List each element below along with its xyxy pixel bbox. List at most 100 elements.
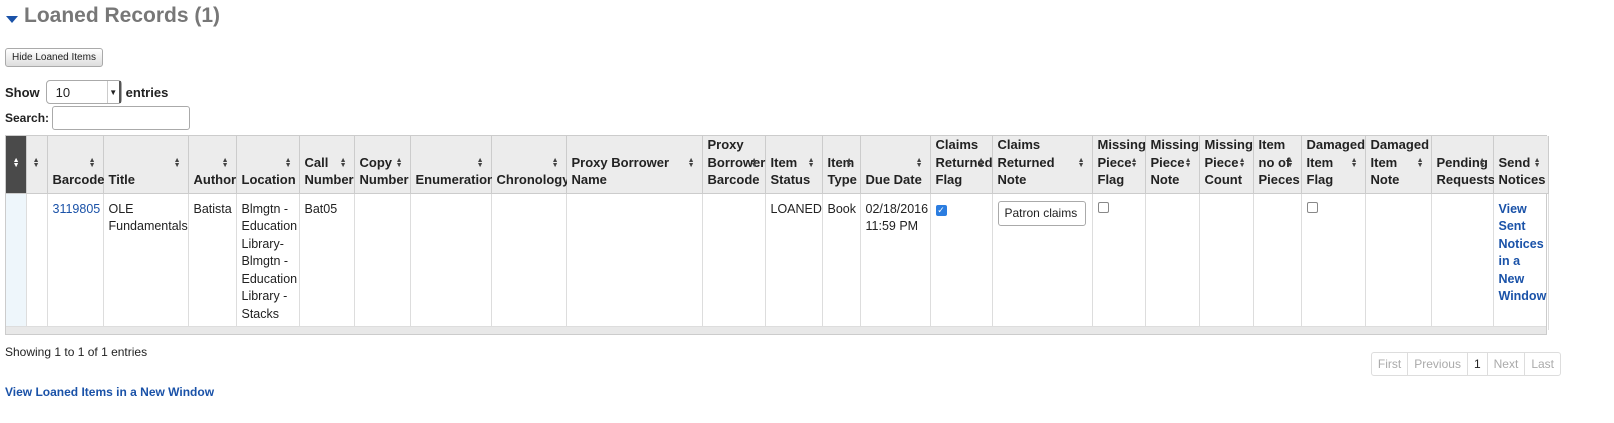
- header-label: Missing Piece Note: [1150, 137, 1199, 187]
- cell-enumeration: [410, 193, 492, 330]
- column-header-item-pieces[interactable]: Item no of Pieces ▲ ▼: [1253, 136, 1302, 194]
- column-header-damaged-item-note[interactable]: Damaged Item Note ▲ ▼: [1365, 136, 1432, 194]
- show-label: Show: [5, 84, 40, 100]
- cell-proxy-barcode: [702, 193, 766, 330]
- cell-select[interactable]: [6, 193, 27, 330]
- pager-next-button[interactable]: Next: [1488, 353, 1526, 375]
- header-label: Proxy Borrower Name: [571, 154, 670, 188]
- column-header-call-number[interactable]: Call Number ▲ ▼: [299, 136, 355, 194]
- column-header-missing-piece-count[interactable]: Missing Piece Count ▲ ▼: [1199, 136, 1254, 194]
- pager-last-button[interactable]: Last: [1525, 353, 1560, 375]
- column-header-claims-returned-flag[interactable]: Claims Returned Flag ▲ ▼: [930, 136, 993, 194]
- sort-icon: ▲ ▼: [1350, 157, 1358, 169]
- sort-icon: ▲ ▼: [1478, 157, 1486, 169]
- column-header-missing-piece-note[interactable]: Missing Piece Note ▲ ▼: [1145, 136, 1200, 194]
- pagination: First Previous 1 Next Last: [1370, 352, 1561, 376]
- column-header-proxy-name[interactable]: Proxy Borrower Name ▲ ▼: [566, 136, 703, 194]
- view-loaned-items-link[interactable]: View Loaned Items in a New Window: [5, 385, 214, 399]
- pager-previous-button[interactable]: Previous: [1408, 353, 1468, 375]
- header-label: Claims Returned Note: [997, 137, 1055, 187]
- search-label: Search:: [5, 111, 50, 125]
- collapse-triangle-icon[interactable]: [6, 15, 18, 23]
- header-label: Item no of Pieces: [1258, 137, 1300, 187]
- cell-location: Blmgtn - Education Library- Blmgtn - Edu…: [236, 193, 300, 330]
- sort-icon: ▲ ▼: [1184, 157, 1192, 169]
- column-header-enumeration[interactable]: Enumeration ▲ ▼: [410, 136, 495, 194]
- claims-returned-note-input[interactable]: Patron claims: [997, 200, 1086, 226]
- cell-send-notices: View Sent Notices in a New Window: [1493, 193, 1549, 330]
- column-header-blank[interactable]: ▲ ▼: [26, 136, 48, 194]
- cell-pending-requests: [1431, 193, 1494, 330]
- header-label: Due Date: [865, 172, 922, 187]
- sort-icon: ▲ ▼: [687, 157, 695, 169]
- header-label: Title: [108, 172, 136, 187]
- cell-item-pieces: [1253, 193, 1302, 330]
- missing-piece-checkbox[interactable]: [1097, 201, 1109, 213]
- column-header-title[interactable]: Title ▲ ▼: [103, 136, 189, 194]
- entries-select[interactable]: 10 ▼: [45, 80, 122, 104]
- sort-icon: ▲ ▼: [88, 157, 96, 169]
- section-title: Loaned Records (1): [24, 4, 221, 27]
- view-sent-notices-link[interactable]: View Sent Notices in a New Window: [1499, 202, 1547, 304]
- sort-icon: ▲ ▼: [173, 157, 181, 169]
- cell-due-date: 02/18/2016 11:59 PM: [860, 193, 931, 330]
- cell-proxy-name: [566, 193, 703, 330]
- sort-icon: ▲ ▼: [1238, 157, 1246, 169]
- header-label: Barcode: [52, 172, 105, 187]
- cell-barcode: 3119805: [47, 193, 104, 330]
- header-label: Pending Requests: [1436, 154, 1496, 188]
- cell-title: OLE Fundamentals: [103, 193, 189, 330]
- length-control: Show 10 ▼ entries: [5, 80, 168, 104]
- column-header-pending-requests[interactable]: Pending Requests ▲ ▼: [1431, 136, 1496, 194]
- cell-claims-returned-flag: ✓: [930, 193, 993, 330]
- sort-icon: ▲ ▼: [845, 157, 853, 169]
- header-label: Location: [241, 172, 296, 187]
- column-header-due-date[interactable]: Due Date ▲ ▼: [860, 136, 931, 194]
- barcode-link[interactable]: 3119805: [53, 202, 101, 216]
- header-row: ▲ ▼ ▲ ▼ Barcode ▲ ▼ Title ▲ ▼ Author ▲ ▼ Locatio…: [6, 136, 1549, 194]
- sort-icon: ▲ ▼: [339, 157, 347, 169]
- column-header-copy-number[interactable]: Copy Number ▲ ▼: [354, 136, 411, 194]
- header-label: Item Status: [770, 154, 811, 188]
- column-header-missing-piece-flag[interactable]: Missing Piece Flag ▲ ▼: [1092, 136, 1146, 194]
- search-control: Search:: [5, 106, 191, 130]
- view-loaned-items-link-wrap: View Loaned Items in a New Window: [5, 385, 214, 399]
- header-label: Chronology: [496, 172, 570, 187]
- cell-claims-returned-note: Patron claims: [992, 193, 1093, 330]
- table-info: Showing 1 to 1 of 1 entries: [5, 345, 148, 359]
- pager-first-button[interactable]: First: [1372, 353, 1409, 375]
- column-header-send-notices[interactable]: Send Notices ▲ ▼: [1493, 136, 1549, 194]
- sort-icon: ▲ ▼: [12, 157, 20, 169]
- section-header[interactable]: Loaned Records (1): [6, 4, 220, 28]
- column-header-select[interactable]: ▲ ▼: [6, 136, 27, 194]
- header-label: Author: [193, 172, 237, 187]
- column-header-location[interactable]: Location ▲ ▼: [236, 136, 300, 194]
- column-header-item-type[interactable]: Item Type ▲ ▼: [822, 136, 861, 194]
- sort-icon: ▲ ▼: [750, 157, 758, 169]
- column-header-claims-returned-note[interactable]: Claims Returned Note ▲ ▼: [992, 136, 1093, 194]
- header-label: Missing Piece Count: [1204, 137, 1253, 187]
- sort-icon: ▲ ▼: [1077, 157, 1085, 169]
- sort-icon: ▲ ▼: [977, 157, 985, 169]
- cell-item-type: Book: [822, 193, 861, 330]
- column-header-damaged-item-flag[interactable]: Damaged Item Flag ▲ ▼: [1301, 136, 1366, 194]
- search-input[interactable]: [52, 106, 191, 130]
- sort-icon: ▲ ▼: [284, 157, 292, 169]
- hide-loaned-items-button[interactable]: Hide Loaned Items: [5, 48, 103, 67]
- column-header-barcode[interactable]: Barcode ▲ ▼: [47, 136, 105, 194]
- sort-icon: ▲ ▼: [395, 157, 403, 169]
- column-header-author[interactable]: Author ▲ ▼: [188, 136, 237, 194]
- sort-icon: ▲ ▼: [807, 157, 815, 169]
- column-header-item-status[interactable]: Item Status ▲ ▼: [765, 136, 823, 194]
- damaged-item-checkbox[interactable]: [1306, 201, 1318, 213]
- select-arrow-icon: ▼: [106, 81, 121, 103]
- sort-icon: ▲ ▼: [1416, 157, 1424, 169]
- cell-call-number: Bat05: [299, 193, 355, 330]
- column-header-chronology[interactable]: Chronology ▲ ▼: [491, 136, 569, 194]
- pager-current-page[interactable]: 1: [1468, 353, 1488, 375]
- column-header-proxy-barcode[interactable]: Proxy Borrower Barcode ▲ ▼: [702, 136, 766, 194]
- claims-returned-checkbox[interactable]: ✓: [935, 204, 947, 216]
- cell-author: Batista: [188, 193, 237, 330]
- cell-missing-piece-note: [1145, 193, 1200, 330]
- sort-icon: ▲ ▼: [1130, 157, 1138, 169]
